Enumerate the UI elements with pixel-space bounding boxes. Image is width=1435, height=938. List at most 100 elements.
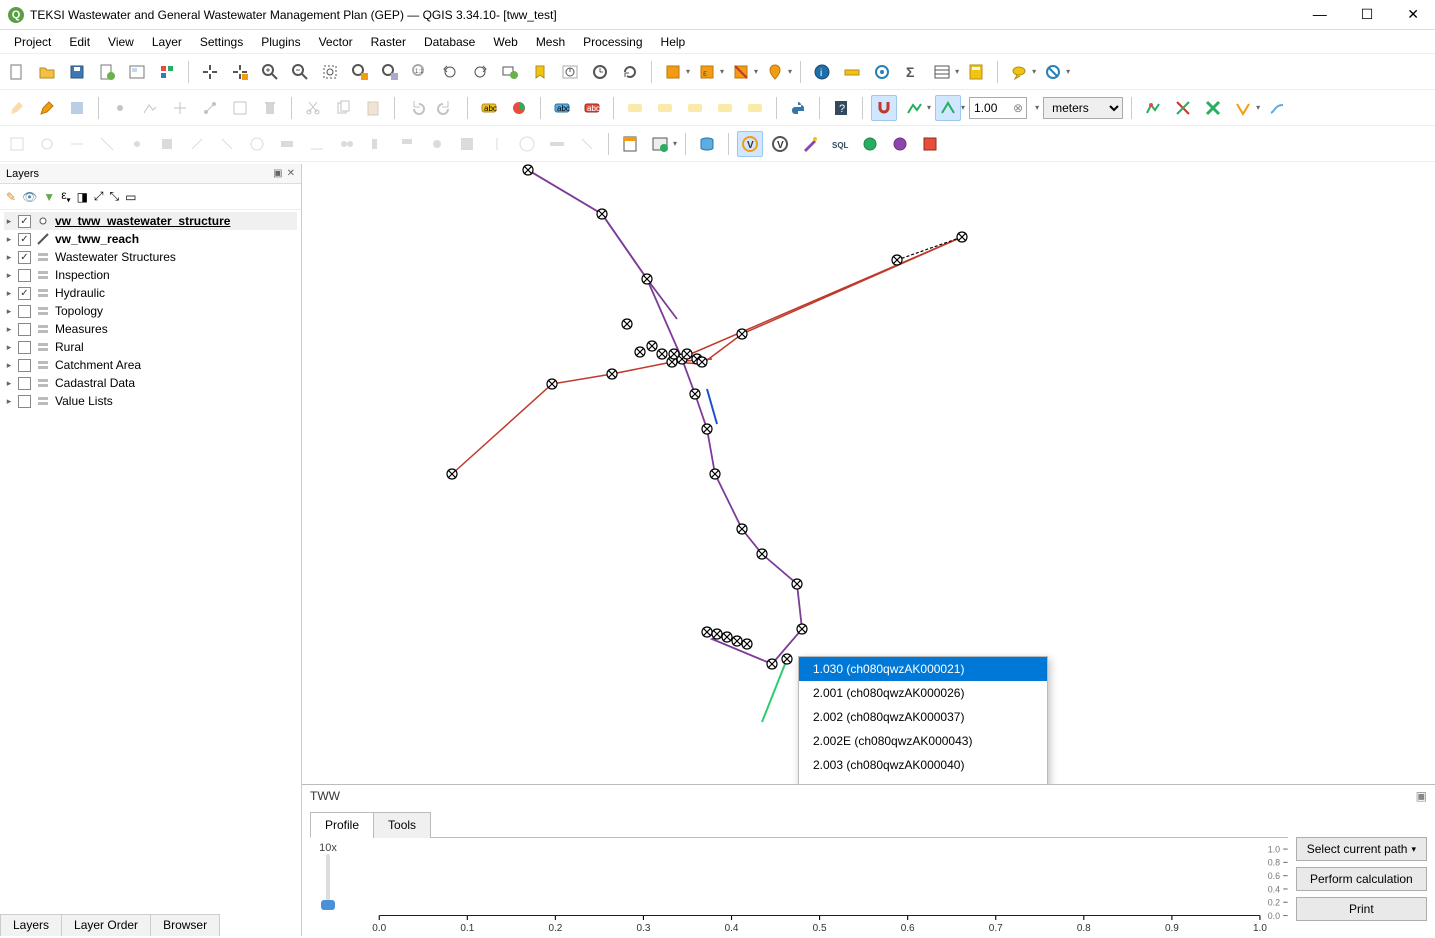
select-features-icon[interactable] [660,59,686,85]
snap-tolerance-drop[interactable]: ▾ [1035,103,1039,112]
select-by-value-icon[interactable]: ε [694,59,720,85]
menu-processing[interactable]: Processing [575,32,650,52]
layer-checkbox[interactable]: ✓ [18,287,31,300]
menu-web[interactable]: Web [485,32,525,52]
feature-picker-item[interactable]: 2.003 (ch080qwzAK000040) [799,753,1047,777]
expand-icon[interactable]: ▸ [4,360,14,371]
labeling-icon[interactable]: abc [476,95,502,121]
expand-icon[interactable]: ▸ [4,288,14,299]
maximize-button[interactable]: ☐ [1353,2,1382,27]
python-console-icon[interactable] [785,95,811,121]
snap-vertex-icon[interactable] [935,95,961,121]
select-location-drop[interactable]: ▾ [788,67,792,76]
print-button[interactable]: Print [1296,897,1427,921]
layer-labeling-icon[interactable]: abc [549,95,575,121]
pan-selection-icon[interactable] [227,59,253,85]
style-manager-icon[interactable] [154,59,180,85]
layout-manager-icon[interactable] [124,59,150,85]
snap-intersection-icon[interactable] [1170,95,1196,121]
help-icon[interactable]: ? [828,95,854,121]
diagram-icon[interactable] [506,95,532,121]
bottom-tab-browser[interactable]: Browser [150,914,220,936]
expand-icon[interactable]: ▸ [4,378,14,389]
menu-raster[interactable]: Raster [363,32,414,52]
profile-tool-icon[interactable]: V [737,131,763,157]
perform-calculation-button[interactable]: Perform calculation [1296,867,1427,891]
temporal-controller-icon[interactable] [557,59,583,85]
select-current-path-button[interactable]: Select current path▾ [1296,837,1427,861]
zoom-slider[interactable] [326,854,330,910]
save-project-icon[interactable] [64,59,90,85]
layer-filter-legend-icon[interactable]: ◨ [77,190,88,204]
expand-icon[interactable]: ▸ [4,396,14,407]
avoid-overlap-icon[interactable] [1230,95,1256,121]
processing-icon[interactable] [869,59,895,85]
menu-project[interactable]: Project [6,32,59,52]
menu-vector[interactable]: Vector [311,32,361,52]
map-canvas[interactable]: 1.030 (ch080qwzAK000021)2.001 (ch080qwzA… [302,164,1435,784]
snap-clear-icon[interactable]: ⊗ [1013,101,1023,115]
layer-row[interactable]: ▸Measures [4,320,297,338]
tww-tool-2-icon[interactable] [887,131,913,157]
wizard-icon[interactable] [797,131,823,157]
new-project-icon[interactable] [4,59,30,85]
snapping-mode-drop[interactable]: ▾ [927,103,931,112]
deselect-drop[interactable]: ▾ [754,67,758,76]
tab-profile[interactable]: Profile [310,812,374,838]
layer-row[interactable]: ▸Value Lists [4,392,297,410]
panel-close-icon[interactable]: ✕ [287,168,295,179]
self-snapping-icon[interactable] [1200,95,1226,121]
layer-checkbox[interactable] [18,377,31,390]
layer-row[interactable]: ▸Cadastral Data [4,374,297,392]
no-action-icon[interactable] [1040,59,1066,85]
select-features-drop[interactable]: ▾ [686,67,690,76]
layer-checkbox[interactable] [18,323,31,336]
layer-row[interactable]: ▸Catchment Area [4,356,297,374]
expand-icon[interactable]: ▸ [4,234,14,245]
open-project-icon[interactable] [34,59,60,85]
bottom-tab-layers[interactable]: Layers [0,914,62,936]
feature-picker-menu[interactable]: 1.030 (ch080qwzAK000021)2.001 (ch080qwzA… [798,656,1048,784]
close-button[interactable]: ✕ [1399,2,1427,27]
zoom-out-icon[interactable] [287,59,313,85]
menu-settings[interactable]: Settings [192,32,251,52]
layer-row[interactable]: ▸✓vw_tww_wastewater_structure [4,212,297,230]
feature-picker-item[interactable]: 2.002 (ch080qwzAK000037) [799,705,1047,729]
layer-tree[interactable]: ▸✓vw_tww_wastewater_structure▸✓vw_tww_re… [0,210,301,936]
bottom-tab-layer-order[interactable]: Layer Order [61,914,151,936]
pan-icon[interactable] [197,59,223,85]
layer-filter-icon[interactable]: ▼ [43,190,55,204]
new-map-view-icon[interactable] [497,59,523,85]
menu-mesh[interactable]: Mesh [528,32,573,52]
new-spatial-bookmark-icon[interactable] [527,59,553,85]
minimize-button[interactable]: — [1305,2,1335,27]
layer-checkbox[interactable] [18,305,31,318]
highlight-pinned-icon[interactable]: abc [579,95,605,121]
snapping-toggle-icon[interactable] [871,95,897,121]
refresh-map-icon[interactable] [617,59,643,85]
zoom-in-icon[interactable] [257,59,283,85]
layer-checkbox[interactable] [18,269,31,282]
layer-remove-icon[interactable]: ▭ [125,190,136,204]
layer-expr-icon[interactable]: ε▾ [61,188,70,204]
layer-collapse-icon[interactable]: ⤡ [110,189,120,204]
add-vector-layer-icon[interactable] [647,131,673,157]
zoom-full-icon[interactable] [317,59,343,85]
expand-icon[interactable]: ▸ [4,342,14,353]
tab-tools[interactable]: Tools [373,812,431,838]
tww-tool-3-icon[interactable] [917,131,943,157]
measure-icon[interactable] [839,59,865,85]
menu-help[interactable]: Help [653,32,694,52]
toggle-editing-icon[interactable] [34,95,60,121]
refresh-icon[interactable] [587,59,613,85]
feature-picker-item[interactable]: RB_Fangbecken (ch080qwzAK001206) [799,777,1047,784]
topo-editing-icon[interactable] [1140,95,1166,121]
panel-undock-icon[interactable]: ▣ [273,168,282,179]
attribute-table-icon[interactable] [929,59,955,85]
expand-icon[interactable]: ▸ [4,306,14,317]
attribute-table-drop[interactable]: ▾ [955,67,959,76]
zoom-native-icon[interactable]: 1:1 [407,59,433,85]
layer-row[interactable]: ▸Topology [4,302,297,320]
zoom-layer-icon[interactable] [377,59,403,85]
expand-icon[interactable]: ▸ [4,216,14,227]
